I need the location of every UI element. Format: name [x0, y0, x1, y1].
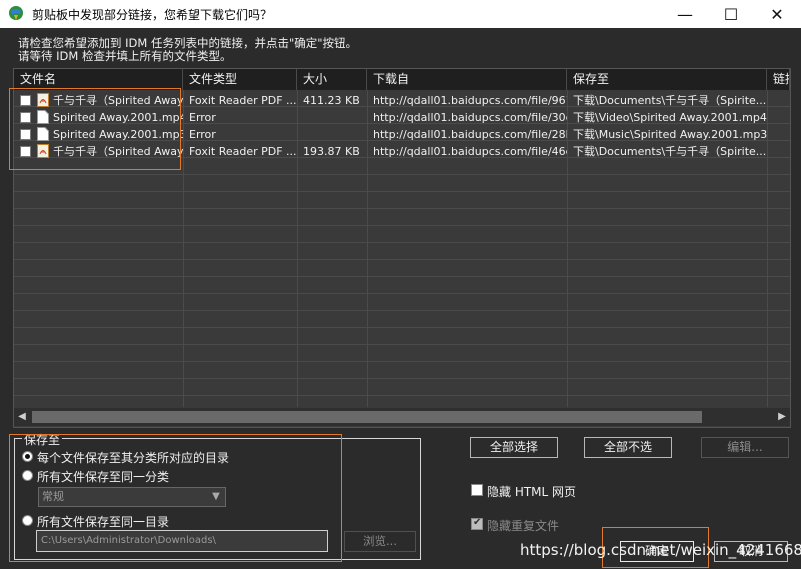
row-saveto: 下载\Video\Spirited Away.2001.mp4 — [573, 111, 767, 124]
row-type: Foxit Reader PDF ... — [189, 94, 297, 107]
hide-html-label: 隐藏 HTML 网页 — [487, 485, 577, 499]
column-header-link[interactable]: 链接 — [767, 69, 790, 90]
row-saveto: 下载\Music\Spirited Away.2001.mp3 — [573, 128, 767, 141]
scrollbar-thumb[interactable] — [32, 411, 702, 423]
row-type: Error — [189, 111, 216, 124]
annotation-highlight — [9, 434, 342, 562]
scroll-left-icon[interactable]: ◀ — [14, 408, 30, 426]
edit-button[interactable]: 编辑... — [701, 437, 789, 458]
instruction-line-2: 请等待 IDM 检查并填上所有的文件类型。 — [18, 49, 232, 63]
checkmark-icon: ✔ — [473, 517, 482, 528]
idm-globe-icon — [9, 6, 23, 20]
row-size: 411.23 KB — [303, 94, 360, 107]
browse-button[interactable]: 浏览... — [344, 531, 416, 552]
close-button[interactable]: ✕ — [754, 0, 800, 28]
table-header: 文件名 文件类型 大小 下载自 保存至 链接 — [14, 69, 790, 90]
row-saveto: 下载\Documents\千与千寻（Spirite... — [573, 145, 767, 158]
column-header-type[interactable]: 文件类型 — [183, 69, 297, 90]
horizontal-scrollbar[interactable]: ◀ ▶ — [14, 408, 790, 426]
minimize-button[interactable]: — — [662, 0, 708, 28]
column-header-saveto[interactable]: 保存至 — [567, 69, 767, 90]
row-size — [297, 126, 367, 143]
title-bar: 剪贴板中发现部分链接，您希望下载它们吗？ — ☐ ✕ — [0, 0, 801, 28]
hide-html-checkbox[interactable] — [471, 484, 483, 496]
row-type: Foxit Reader PDF ... — [189, 145, 297, 158]
row-from: http://qdall01.baidupcs.com/file/961... — [373, 94, 567, 107]
hide-duplicates-label: 隐藏重复文件 — [487, 519, 560, 533]
row-from: http://qdall01.baidupcs.com/file/46c... — [373, 145, 567, 158]
window-title: 剪贴板中发现部分链接，您希望下载它们吗？ — [32, 8, 273, 22]
row-type: Error — [189, 128, 216, 141]
row-size: 193.87 KB — [303, 145, 360, 158]
row-saveto: 下载\Documents\千与千寻（Spirite... — [573, 94, 767, 107]
hide-duplicates-checkbox[interactable]: ✔ — [471, 517, 483, 530]
column-header-filename[interactable]: 文件名 — [14, 69, 183, 90]
watermark-text: https://blog.csdn.net/weixin_42416683 — [520, 541, 801, 559]
annotation-highlight — [9, 88, 181, 170]
maximize-button[interactable]: ☐ — [708, 0, 754, 28]
scroll-right-icon[interactable]: ▶ — [774, 408, 790, 426]
select-none-button[interactable]: 全部不选 — [584, 437, 672, 458]
select-all-button[interactable]: 全部选择 — [470, 437, 558, 458]
column-header-from[interactable]: 下载自 — [367, 69, 567, 90]
row-from: http://qdall01.baidupcs.com/file/28b... — [373, 128, 567, 141]
row-from: http://qdall01.baidupcs.com/file/30e... — [373, 111, 567, 124]
row-size — [297, 109, 367, 126]
column-header-size[interactable]: 大小 — [297, 69, 367, 90]
